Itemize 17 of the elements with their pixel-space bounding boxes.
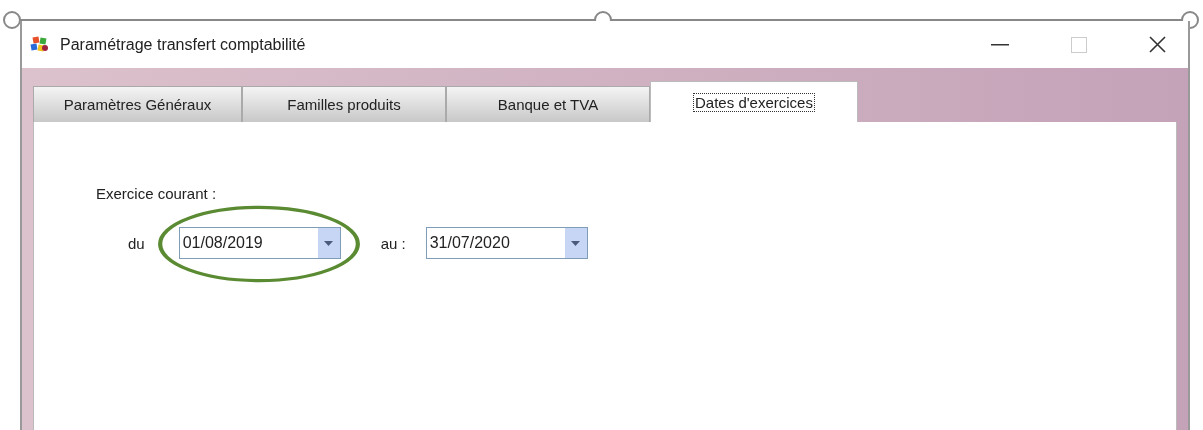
field-label: du: [128, 234, 145, 252]
tab[interactable]: Familles produits: [242, 86, 446, 122]
group-label: Exercice courant :: [96, 185, 218, 202]
date-picker[interactable]: 31/07/2020: [425, 227, 588, 259]
caret-icon: [571, 240, 581, 246]
tab[interactable]: Banque et TVA: [446, 86, 650, 122]
date-picker[interactable]: 01/08/2019: [178, 227, 341, 259]
selection-handle-icon[interactable]: [3, 11, 21, 29]
dropdown-button[interactable]: [317, 228, 340, 258]
window-title: Paramétrage transfert comptabilité: [60, 35, 306, 54]
dropdown-button[interactable]: [564, 228, 587, 258]
tab[interactable]: Paramètres Généraux: [33, 86, 242, 122]
minimize-icon[interactable]: [991, 43, 1009, 46]
caret-icon: [324, 240, 334, 246]
field-label: au :: [380, 234, 406, 252]
tab[interactable]: Dates d'exercices: [650, 81, 858, 122]
close-icon[interactable]: [1149, 36, 1166, 53]
